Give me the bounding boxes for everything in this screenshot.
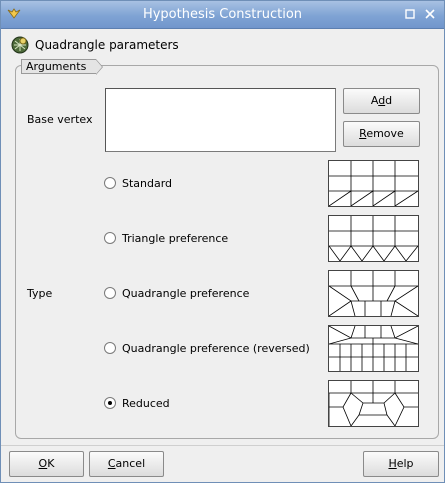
preview-quadrangle-preference-reversed	[328, 325, 419, 372]
type-option-label: Reduced	[122, 396, 170, 410]
radio-triangle-preference[interactable]	[104, 232, 116, 244]
title-bar[interactable]: Hypothesis Construction	[1, 1, 444, 29]
add-button-suffix: d	[385, 94, 393, 107]
help-button-text: elp	[396, 457, 414, 470]
type-label: Type	[27, 287, 53, 300]
close-icon[interactable]	[423, 8, 437, 22]
type-option-label: Triangle preference	[122, 231, 229, 245]
type-option-standard[interactable]: Standard	[104, 175, 172, 191]
cancel-button-text: ancel	[115, 457, 146, 470]
ok-button-text: K	[47, 457, 55, 470]
cancel-button-mnemonic: C	[107, 457, 116, 470]
help-button[interactable]: Help	[363, 451, 439, 477]
arguments-tab-label: Arguments	[26, 60, 87, 73]
radio-quadrangle-preference-reversed[interactable]	[104, 342, 116, 354]
radio-quadrangle-preference[interactable]	[104, 287, 116, 299]
preview-standard	[328, 160, 419, 207]
preview-reduced	[328, 380, 419, 427]
cancel-button[interactable]: Cancel	[89, 451, 164, 477]
mesh-hypothesis-icon	[10, 35, 30, 58]
ok-button-mnemonic: O	[38, 457, 48, 470]
type-option-quadrangle-preference[interactable]: Quadrangle preference	[104, 285, 249, 301]
type-option-label: Standard	[122, 176, 173, 190]
hypothesis-dialog: Hypothesis Construction Quadrangle param…	[0, 0, 445, 483]
base-vertex-label: Base vertex	[27, 113, 93, 126]
base-vertex-list[interactable]	[105, 88, 336, 152]
footer-separator	[1, 445, 444, 446]
maximize-icon[interactable]	[403, 8, 417, 22]
remove-button-suffix: emove	[366, 127, 404, 140]
preview-triangle-preference	[328, 215, 419, 262]
type-option-reduced[interactable]: Reduced	[104, 395, 170, 411]
type-option-label: Quadrangle preference	[122, 286, 250, 300]
preview-quadrangle-preference	[328, 270, 419, 317]
type-option-quadrangle-preference-reversed[interactable]: Quadrangle preference (reversed)	[104, 340, 310, 356]
window-title: Hypothesis Construction	[142, 7, 303, 22]
ok-button[interactable]: OK	[9, 451, 84, 477]
type-option-label: Quadrangle preference (reversed)	[122, 341, 310, 355]
radio-reduced[interactable]	[104, 397, 116, 409]
remove-button[interactable]: Remove	[343, 121, 420, 147]
header-label: Quadrangle parameters	[35, 38, 179, 52]
radio-standard[interactable]	[104, 177, 116, 189]
add-button[interactable]: Add	[343, 88, 420, 114]
help-button-mnemonic: H	[388, 457, 397, 470]
type-option-triangle-preference[interactable]: Triangle preference	[104, 230, 228, 246]
arguments-tab: Arguments	[21, 59, 104, 75]
